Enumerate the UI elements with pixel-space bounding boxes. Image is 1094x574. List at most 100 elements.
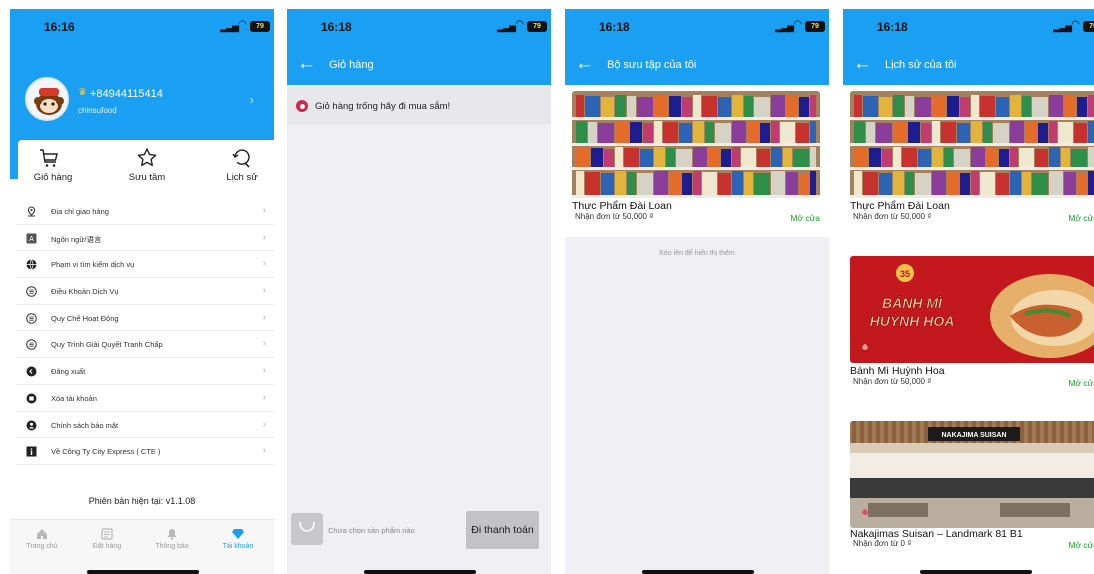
home-indicator <box>642 570 754 574</box>
home-indicator <box>87 570 199 574</box>
menu-item-label: Đăng xuất <box>51 367 86 377</box>
wifi-icon: ◠ <box>1071 19 1080 30</box>
nav-bar: ← Giỏ hàng <box>287 45 551 85</box>
store-image-shelves <box>572 91 820 198</box>
menu-item-label: Quy Chế Hoạt Động <box>51 313 119 323</box>
privacy-icon <box>26 420 37 430</box>
star-icon <box>137 148 157 167</box>
store-min-order: Nhận đơn từ 50,000 ₫ <box>853 212 932 221</box>
crown-icon: ♛ <box>78 87 87 98</box>
store-min-order: Nhận đơn từ 0 ₫ <box>853 539 912 548</box>
checkout-bar: Chưa chọn sản phẩm nào Đi thanh toán <box>287 508 551 556</box>
orders-icon <box>101 528 113 540</box>
signal-icon: ▂▃▅ <box>775 22 794 32</box>
diamond-icon <box>232 529 244 539</box>
status-bar: 16:18 ▂▃▅ ◠ 79 <box>287 9 551 45</box>
store-min-order: Nhận đơn từ 50,000 ₫ <box>575 212 654 221</box>
battery-icon: 79 <box>527 21 547 32</box>
tab-bar: Trang chủ Đặt hàng Thông báo Tài khoản <box>10 519 274 574</box>
store-status: Mở cửa <box>1068 213 1094 223</box>
chevron-right-icon[interactable]: › <box>250 92 254 107</box>
page-title: Bộ sưu tập của tôi <box>607 59 697 71</box>
status-time: 16:18 <box>877 20 908 34</box>
tab-home[interactable]: Trang chủ <box>12 528 72 550</box>
menu-item-label: Quy Trình Giải Quyết Tranh Chấp <box>51 340 163 350</box>
menu-item-label: Xóa tài khoản <box>51 393 97 403</box>
store-status: Mở cửa <box>790 213 820 223</box>
empty-cart-notice: Giỏ hàng trống hãy đi mua sắm! <box>287 85 551 125</box>
wifi-icon: ◠ <box>238 19 247 30</box>
tab-notifications[interactable]: Thông báo <box>142 528 202 550</box>
menu-item[interactable]: Xóa tài khoản › <box>16 385 274 412</box>
home-indicator <box>920 570 1032 574</box>
quick-actions: Giỏ hàng Sưu tầm Lịch sử <box>18 140 274 198</box>
store-status: Mở cửa <box>1068 540 1094 550</box>
menu-item[interactable]: A Ngôn ngữ/语言 › <box>16 225 274 252</box>
chevron-right-icon: › <box>262 205 266 216</box>
store-card[interactable]: 35 BÁNH MÌ HUỲNH HOA Bánh Mì Huỳnh Hoa N… <box>843 250 1094 402</box>
menu-item[interactable]: Quy Trình Giải Quyết Tranh Chấp › <box>16 331 274 359</box>
status-bar: 16:16 ▂▃▅ ◠ 79 <box>10 9 274 45</box>
back-arrow-icon[interactable]: ← <box>297 54 316 74</box>
version-label: Phiên bản hiện tại: v1.1.08 <box>88 496 196 506</box>
status-time: 16:18 <box>321 20 352 34</box>
store-name: Thực Phẩm Đài Loan <box>850 200 950 212</box>
status-time: 16:18 <box>599 20 630 34</box>
page-title: Lịch sử của tôi <box>885 59 957 71</box>
history-shortcut[interactable]: Lịch sử <box>207 140 274 198</box>
store-min-order: Nhận đơn từ 50,000 ₫ <box>853 377 932 386</box>
battery-icon: 79 <box>805 21 825 32</box>
tab-account-label: Tài khoản <box>222 543 254 550</box>
menu-item[interactable]: Điều Khoản Dịch Vụ › <box>16 278 274 305</box>
chevron-right-icon: › <box>262 418 266 430</box>
nav-bar: ← Lịch sử của tôi <box>843 45 1094 85</box>
store-card[interactable]: Thực Phẩm Đài Loan Nhận đơn từ 50,000 ₫ … <box>843 85 1094 237</box>
list-icon <box>26 286 37 297</box>
status-bar: 16:18 ▂▃▅ ◠ 79 <box>843 9 1094 45</box>
tab-home-label: Trang chủ <box>26 543 58 550</box>
phone-number: +84944115414 <box>90 88 163 100</box>
battery-icon: 79 <box>250 21 270 32</box>
back-arrow-icon[interactable]: ← <box>575 54 594 74</box>
chevron-right-icon: › <box>262 311 266 323</box>
avatar[interactable] <box>25 77 69 121</box>
cart-shortcut[interactable]: Giỏ hàng <box>18 140 88 198</box>
back-arrow-icon[interactable]: ← <box>853 54 872 74</box>
nav-bar: ← Bộ sưu tập của tôi <box>565 45 829 85</box>
menu-item[interactable]: Chính sách bảo mật › <box>16 412 274 439</box>
chevron-right-icon: › <box>262 285 266 297</box>
history-screen: 16:18 ▂▃▅ ◠ 79 ← Lịch sử của tôi Thực Ph… <box>843 9 1094 574</box>
store-sign: NAKAJIMA SUISAN <box>941 432 1006 439</box>
bell-icon <box>167 529 177 540</box>
list-icon <box>26 312 37 324</box>
status-bar: 16:18 ▂▃▅ ◠ 79 <box>565 9 829 45</box>
checkout-button[interactable]: Đi thanh toán <box>466 511 539 549</box>
location-icon <box>27 206 36 217</box>
signal-icon: ▂▃▅ <box>220 22 239 32</box>
battery-icon: 79 <box>1083 21 1094 32</box>
menu-item[interactable]: Đăng xuất › <box>16 358 274 385</box>
signal-icon: ▂▃▅ <box>1053 22 1072 32</box>
info-icon <box>26 446 37 457</box>
store-card[interactable]: Thực Phẩm Đài Loan Nhận đơn từ 50,000 ₫ … <box>565 85 829 237</box>
menu-item[interactable]: Địa chỉ giao hàng › <box>16 198 274 225</box>
chevron-right-icon: › <box>262 445 266 457</box>
tab-orders[interactable]: Đặt hàng <box>77 528 137 550</box>
store-card[interactable]: NAKAJIMA SUISAN Nakajimas Suisan – Landm… <box>843 415 1094 567</box>
history-icon <box>232 149 250 168</box>
chevron-right-icon: › <box>262 338 266 350</box>
menu-item-label: Điều Khoản Dịch Vụ <box>51 287 119 297</box>
logout-icon <box>26 366 37 377</box>
menu-item-label: Phạm vi tìm kiếm dịch vụ <box>51 260 135 270</box>
menu-item[interactable]: Về Công Ty City Express ( CTE ) › <box>16 438 274 465</box>
chevron-right-icon: › <box>262 391 266 403</box>
cart-icon <box>40 149 58 167</box>
favorites-shortcut[interactable]: Sưu tầm <box>112 140 182 198</box>
list-icon <box>26 339 37 351</box>
menu-item[interactable]: Quy Chế Hoạt Động › <box>16 305 274 332</box>
banner-title-1: BÁNH MÌ <box>882 295 943 311</box>
account-screen: 16:16 ▂▃▅ ◠ 79 ♛ +84944115414 chinsufood… <box>10 9 274 574</box>
tab-account[interactable]: Tài khoản <box>208 528 268 550</box>
menu-item[interactable]: Phạm vi tìm kiếm dịch vụ › <box>16 251 274 279</box>
menu-item-label: Về Công Ty City Express ( CTE ) <box>51 447 161 457</box>
